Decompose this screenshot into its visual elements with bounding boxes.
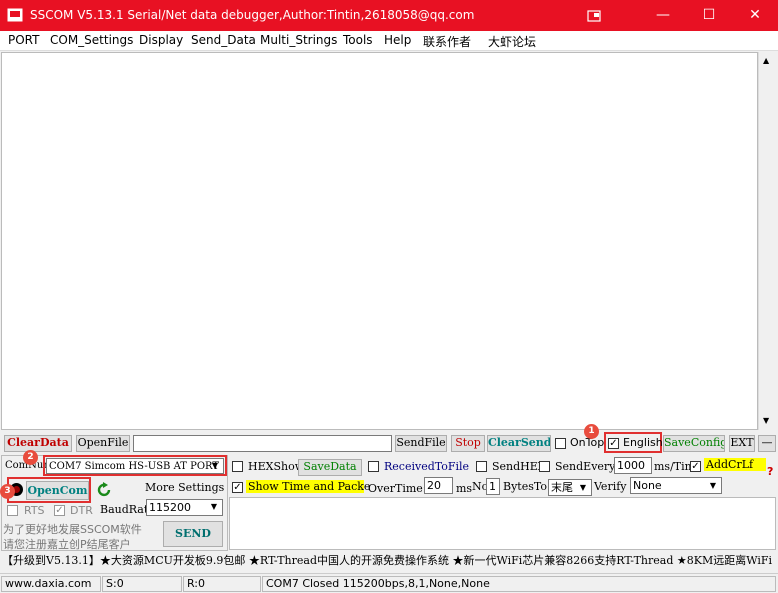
on-top-checkbox[interactable] <box>555 438 566 449</box>
com-port-select[interactable]: COM7 Simcom HS-USB AT PORT <box>46 458 224 474</box>
ext-button[interactable]: EXT <box>729 435 755 452</box>
send-every-input[interactable]: 1000 <box>614 457 652 474</box>
file-path-input[interactable] <box>133 435 392 452</box>
rts-checkbox[interactable] <box>7 505 18 516</box>
bytes-to-label: BytesTo <box>503 480 547 493</box>
english-label: English <box>623 436 663 449</box>
minimize-button[interactable]: — <box>640 0 686 31</box>
verify-label: Verify <box>594 480 627 493</box>
menu-contact-author[interactable]: 联系作者 <box>423 33 471 50</box>
menu-com-settings[interactable]: COM_Settings <box>50 33 133 47</box>
status-url[interactable]: www.daxia.com <box>1 576 101 592</box>
baud-chevron-down-icon[interactable]: ▼ <box>207 500 221 514</box>
annotation-badge-1: 1 <box>584 424 599 439</box>
received-to-file-label: ReceivedToFile <box>384 460 470 473</box>
annotation-badge-2: 2 <box>23 450 38 465</box>
menu-display[interactable]: Display <box>139 33 183 47</box>
save-config-button[interactable]: SaveConfig <box>663 435 725 452</box>
receive-output-area[interactable] <box>1 52 758 430</box>
show-time-label: Show Time and Packe <box>246 480 371 493</box>
output-scrollbar[interactable]: ▲ ▼ <box>758 52 776 430</box>
english-checkbox[interactable]: ✓ <box>608 438 619 449</box>
promo-line-2: 请您注册嘉立创P结尾客户 <box>3 538 131 551</box>
send-text-area[interactable] <box>229 497 776 550</box>
help-question-icon[interactable]: ? <box>767 465 773 478</box>
overtime-input[interactable]: 20 <box>424 477 453 494</box>
menu-tools[interactable]: Tools <box>343 33 373 47</box>
open-file-button[interactable]: OpenFile <box>76 435 130 452</box>
scroll-up-icon[interactable]: ▲ <box>763 56 769 65</box>
open-com-button[interactable]: OpenCom <box>26 481 89 500</box>
rts-label: RTS <box>24 504 45 517</box>
menu-port[interactable]: PORT <box>8 33 39 47</box>
menu-forum[interactable]: 大虾论坛 <box>488 33 536 50</box>
send-hex-label: SendHEX <box>492 460 546 473</box>
menu-help[interactable]: Help <box>384 33 411 47</box>
ms-tim-label: ms/Tim <box>654 460 696 473</box>
add-crlf-label: AddCrLf <box>704 458 766 471</box>
maximize-button[interactable]: ☐ <box>686 0 732 31</box>
clear-data-button[interactable]: ClearData <box>4 435 72 452</box>
send-every-checkbox[interactable] <box>539 461 550 472</box>
status-sent-count: S:0 <box>102 576 182 592</box>
menu-multi-strings[interactable]: Multi_Strings <box>260 33 337 47</box>
status-port-info: COM7 Closed 115200bps,8,1,None,None <box>262 576 776 592</box>
hex-show-checkbox[interactable] <box>232 461 243 472</box>
more-settings-label[interactable]: More Settings <box>145 481 224 494</box>
save-data-button[interactable]: SaveData <box>298 459 362 476</box>
show-time-checkbox[interactable]: ✓ <box>232 482 243 493</box>
baud-rate-label: BaudRat <box>100 503 149 516</box>
status-received-count: R:0 <box>183 576 261 592</box>
hex-show-label: HEXShow <box>248 460 305 473</box>
no-input[interactable]: 1 <box>486 478 500 495</box>
window-title: SSCOM V5.13.1 Serial/Net data debugger,A… <box>30 8 475 22</box>
title-bar: SSCOM V5.13.1 Serial/Net data debugger,A… <box>0 0 778 31</box>
news-ticker[interactable]: 【升级到V5.13.1】★大资源MCU开发板9.9包邮 ★RT-Thread中国… <box>2 553 778 571</box>
overtime-label: OverTime: <box>368 482 427 495</box>
menu-bar: PORT COM_Settings Display Send_Data Mult… <box>0 31 778 51</box>
add-crlf-checkbox[interactable]: ✓ <box>690 461 701 472</box>
send-button[interactable]: SEND <box>163 521 223 547</box>
verify-chevron-down-icon[interactable]: ▼ <box>706 479 720 493</box>
status-bar: www.daxia.com S:0 R:0 COM7 Closed 115200… <box>0 573 778 593</box>
bytes-to-chevron-down-icon[interactable]: ▼ <box>576 481 590 495</box>
promo-line-1: 为了更好地发展SSCOM软件 <box>3 523 142 536</box>
clear-send-button[interactable]: ClearSend <box>487 435 551 452</box>
dtr-label: DTR <box>70 504 93 517</box>
close-button[interactable]: ✕ <box>732 0 778 31</box>
app-icon <box>7 8 23 22</box>
annotation-badge-3: 3 <box>0 484 15 499</box>
received-to-file-checkbox[interactable] <box>368 461 379 472</box>
send-every-label: SendEvery: <box>555 460 620 473</box>
send-file-button[interactable]: SendFile <box>395 435 447 452</box>
dtr-checkbox[interactable]: ✓ <box>54 505 65 516</box>
restore-view-icon[interactable] <box>571 0 617 31</box>
refresh-icon[interactable] <box>96 481 112 502</box>
scroll-down-icon[interactable]: ▼ <box>763 416 769 425</box>
ms-label: ms <box>456 482 473 495</box>
chevron-down-icon[interactable]: ▼ <box>208 459 222 473</box>
menu-send-data[interactable]: Send_Data <box>191 33 256 47</box>
stop-button[interactable]: Stop <box>451 435 485 452</box>
send-hex-checkbox[interactable] <box>476 461 487 472</box>
collapse-button[interactable]: — <box>758 435 776 452</box>
